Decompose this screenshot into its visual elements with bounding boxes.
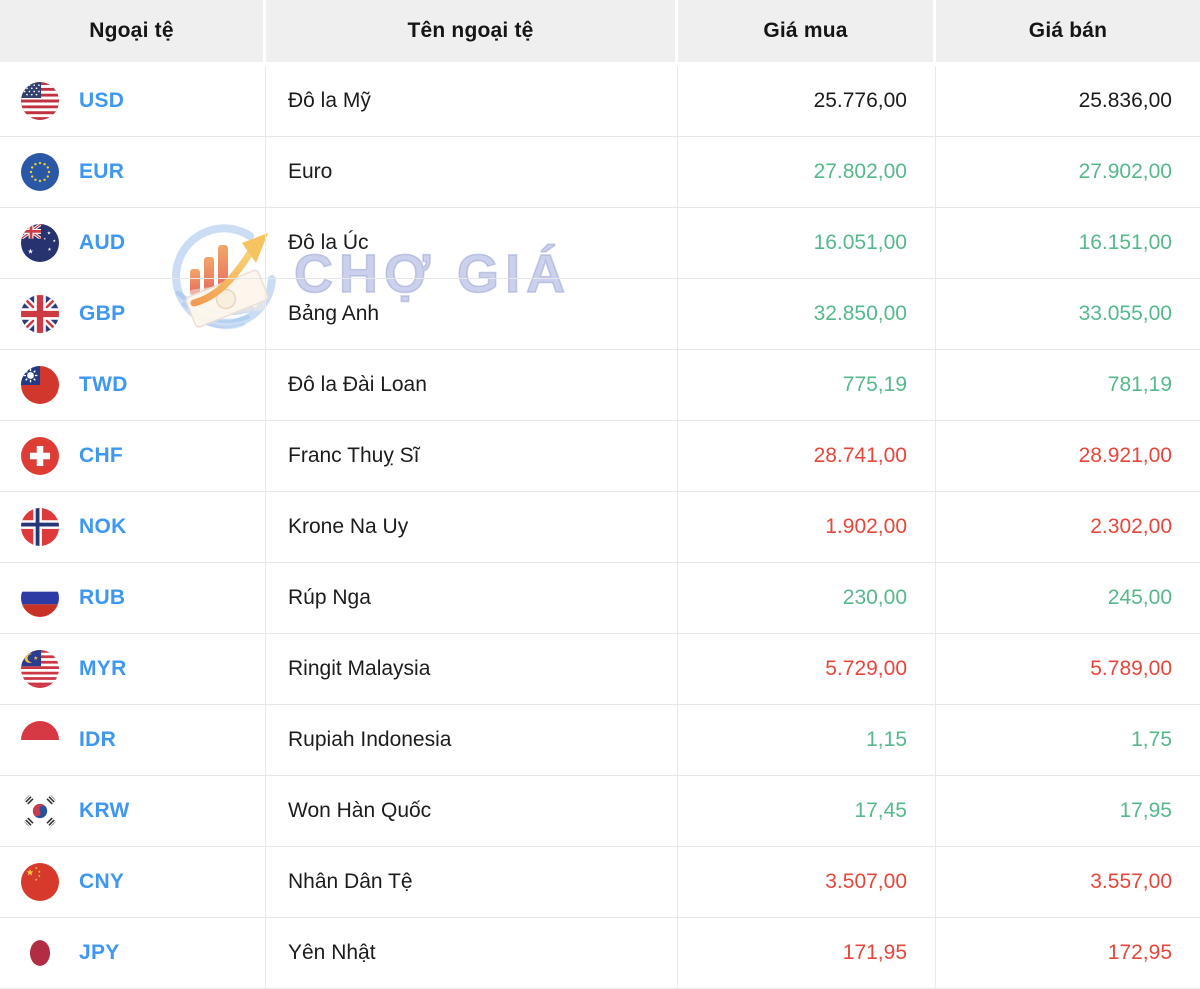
currency-code[interactable]: TWD [79,373,128,397]
currency-code[interactable]: USD [79,89,124,113]
buy-price: 25.776,00 [678,66,936,137]
currency-code[interactable]: MYR [79,657,127,681]
sell-price: 17,95 [936,776,1200,847]
currency-name: Nhân Dân Tệ [266,847,678,918]
sell-price: 16.151,00 [936,208,1200,279]
buy-price: 16.051,00 [678,208,936,279]
currency-code[interactable]: JPY [79,941,120,965]
table-row: NOK Krone Na Uy 1.902,00 2.302,00 [0,492,1200,563]
table-header: Ngoại tệ Tên ngoại tệ Giá mua Giá bán [0,0,1200,66]
header-name: Tên ngoại tệ [266,0,678,66]
currency-name: Đô la Đài Loan [266,350,678,421]
jpy-flag-icon [21,934,59,972]
buy-price: 17,45 [678,776,936,847]
table-row: USD Đô la Mỹ 25.776,00 25.836,00 [0,66,1200,137]
currency-code[interactable]: GBP [79,302,125,326]
sell-price: 1,75 [936,705,1200,776]
table-row: GBP Bảng Anh 32.850,00 33.055,00 [0,279,1200,350]
buy-price: 5.729,00 [678,634,936,705]
sell-price: 245,00 [936,563,1200,634]
currency-name: Rupiah Indonesia [266,705,678,776]
currency-name: Won Hàn Quốc [266,776,678,847]
sell-price: 5.789,00 [936,634,1200,705]
usd-flag-icon [21,82,59,120]
currency-code[interactable]: RUB [79,586,125,610]
sell-price: 28.921,00 [936,421,1200,492]
buy-price: 775,19 [678,350,936,421]
nok-flag-icon [21,508,59,546]
currency-code[interactable]: AUD [79,231,125,255]
currency-name: Euro [266,137,678,208]
table-row: CHF Franc Thuỵ Sĩ 28.741,00 28.921,00 [0,421,1200,492]
currency-name: Yên Nhật [266,918,678,989]
currency-name: Krone Na Uy [266,492,678,563]
exchange-rate-table: Ngoại tệ Tên ngoại tệ Giá mua Giá bán US… [0,0,1200,989]
currency-code[interactable]: CHF [79,444,123,468]
table-row: EUR Euro 27.802,00 27.902,00 [0,137,1200,208]
currency-name: Rúp Nga [266,563,678,634]
chf-flag-icon [21,437,59,475]
sell-price: 2.302,00 [936,492,1200,563]
sell-price: 172,95 [936,918,1200,989]
currency-code[interactable]: IDR [79,728,116,752]
buy-price: 3.507,00 [678,847,936,918]
table-row: JPY Yên Nhật 171,95 172,95 [0,918,1200,989]
myr-flag-icon [21,650,59,688]
currency-name: Đô la Mỹ [266,66,678,137]
sell-price: 3.557,00 [936,847,1200,918]
buy-price: 171,95 [678,918,936,989]
header-sell: Giá bán [936,0,1200,66]
currency-code[interactable]: CNY [79,870,124,894]
currency-code[interactable]: EUR [79,160,124,184]
table-row: IDR Rupiah Indonesia 1,15 1,75 [0,705,1200,776]
buy-price: 32.850,00 [678,279,936,350]
currency-name: Đô la Úc [266,208,678,279]
twd-flag-icon [21,366,59,404]
cny-flag-icon [21,863,59,901]
sell-price: 33.055,00 [936,279,1200,350]
sell-price: 25.836,00 [936,66,1200,137]
buy-price: 27.802,00 [678,137,936,208]
currency-name: Ringit Malaysia [266,634,678,705]
eur-flag-icon [21,153,59,191]
buy-price: 28.741,00 [678,421,936,492]
table-row: KRW Won Hàn Quốc 17,45 17,95 [0,776,1200,847]
table-row: MYR Ringit Malaysia 5.729,00 5.789,00 [0,634,1200,705]
currency-code[interactable]: NOK [79,515,127,539]
aud-flag-icon [21,224,59,262]
currency-code[interactable]: KRW [79,799,130,823]
gbp-flag-icon [21,295,59,333]
header-buy: Giá mua [678,0,936,66]
table-row: CNY Nhân Dân Tệ 3.507,00 3.557,00 [0,847,1200,918]
table-row: TWD Đô la Đài Loan 775,19 781,19 [0,350,1200,421]
table-row: RUB Rúp Nga 230,00 245,00 [0,563,1200,634]
idr-flag-icon [21,721,59,759]
buy-price: 1,15 [678,705,936,776]
sell-price: 781,19 [936,350,1200,421]
sell-price: 27.902,00 [936,137,1200,208]
header-currency: Ngoại tệ [0,0,266,66]
currency-name: Franc Thuỵ Sĩ [266,421,678,492]
table-row: AUD Đô la Úc 16.051,00 16.151,00 [0,208,1200,279]
buy-price: 230,00 [678,563,936,634]
rub-flag-icon [21,579,59,617]
krw-flag-icon [21,792,59,830]
currency-name: Bảng Anh [266,279,678,350]
buy-price: 1.902,00 [678,492,936,563]
